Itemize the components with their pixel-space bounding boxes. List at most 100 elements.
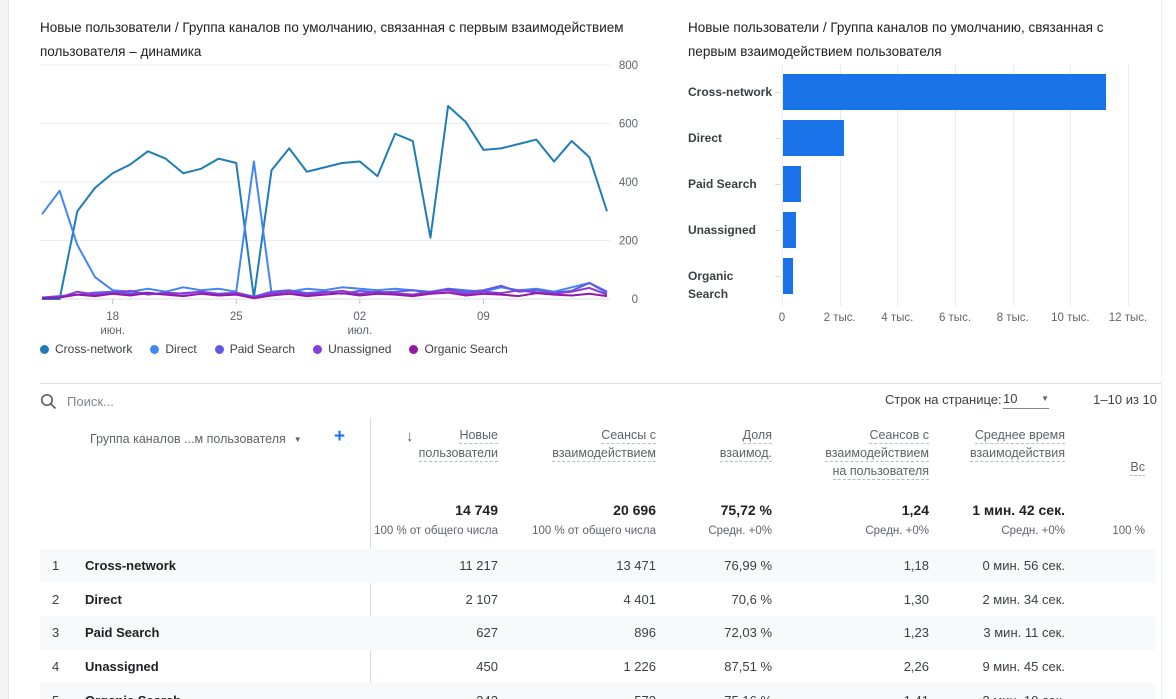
bar-category-label: Paid Search bbox=[688, 177, 757, 191]
row-dimension-name: Cross-network bbox=[85, 558, 177, 574]
row-index: 2 bbox=[52, 591, 60, 607]
dimension-column-header[interactable]: Группа каналов ...м пользователя ▼ bbox=[90, 432, 302, 446]
row-metric-value: 572 bbox=[634, 683, 656, 699]
dimension-dropdown-icon[interactable]: ▼ bbox=[294, 435, 302, 444]
row-index: 3 bbox=[52, 625, 60, 641]
bar-category-label: Unassigned bbox=[688, 223, 757, 237]
bar-x-axis-label: 0 bbox=[778, 312, 786, 324]
row-metric-value: 4 401 bbox=[623, 591, 656, 607]
column-header[interactable]: Сеансов с взаимодействием на пользователя bbox=[825, 428, 929, 480]
row-index: 4 bbox=[52, 659, 60, 675]
totals-subtext: 100 % от общего числа bbox=[374, 525, 498, 537]
row-metric-value: 627 bbox=[476, 625, 498, 641]
row-metric-value: 9 мин. 45 сек. bbox=[982, 659, 1065, 675]
bar-x-axis-label: 10 тыс. bbox=[1051, 312, 1090, 324]
bar-cross-network bbox=[783, 74, 1107, 110]
legend-item-organic-search: Organic Search bbox=[409, 342, 508, 356]
legend-dot-icon bbox=[150, 344, 160, 354]
dropdown-arrow-icon: ▼ bbox=[1041, 394, 1049, 403]
bar-x-axis-label: 8 тыс. bbox=[996, 312, 1029, 324]
bar-category-label: Organic Search bbox=[688, 269, 734, 301]
table-row[interactable]: 5 Organic Search 342 572 75,16 % 1,41 3 мин. 1… bbox=[40, 683, 1156, 699]
row-metric-value: 1,30 bbox=[903, 591, 929, 607]
totals-subtext: 100 % от общего числа bbox=[532, 525, 656, 537]
line-chart-title: Новые пользователи / Группа каналов по у… bbox=[40, 20, 624, 59]
column-header[interactable]: Сеансы с взаимодействием bbox=[552, 428, 656, 462]
column-header-line: Среднее время bbox=[974, 428, 1065, 444]
bar-x-axis-label: 6 тыс. bbox=[938, 312, 972, 324]
x-axis-tick-label: 09 bbox=[477, 311, 490, 323]
row-dimension-name: Paid Search bbox=[85, 625, 160, 641]
rows-per-page-label: Строк на странице: bbox=[885, 392, 1002, 407]
x-axis-tick-label: 25 bbox=[230, 311, 243, 323]
bar-x-axis-label: 12 тыс. bbox=[1108, 312, 1148, 324]
row-index: 1 bbox=[52, 558, 60, 574]
legend-label: Direct bbox=[165, 342, 197, 356]
legend-label: Unassigned bbox=[328, 342, 392, 356]
row-dimension-name: Organic Search bbox=[85, 683, 181, 699]
row-metric-value: 0 мин. 56 сек. bbox=[982, 558, 1065, 574]
legend-label: Paid Search bbox=[229, 342, 296, 356]
table-row[interactable]: 3 Paid Search 627 896 72,03 % 1,23 3 мин. 11 с… bbox=[40, 616, 1156, 650]
column-header[interactable]: Новые пользователи bbox=[418, 428, 498, 462]
row-metric-value: 896 bbox=[634, 625, 656, 641]
column-header-line: Новые bbox=[459, 428, 498, 444]
bar-chart: 0 2 тыс. 4 тыс. 6 тыс. 8 тыс. 10 тыс. 12 тыс. C… bbox=[688, 60, 1161, 330]
legend-label: Organic Search bbox=[424, 342, 508, 356]
bar-x-axis-label: 4 тыс. bbox=[881, 312, 914, 324]
row-metric-value: 1 226 bbox=[623, 659, 656, 675]
row-metric-value: 70,6 % bbox=[731, 591, 772, 607]
bar-category-tick bbox=[775, 184, 781, 185]
row-metric-value: 1,41 bbox=[904, 683, 929, 699]
table-body: 1 Cross-network 11 217 13 471 76,99 % 1,18 0 м… bbox=[40, 549, 1156, 699]
legend-label: Cross-network bbox=[55, 342, 133, 356]
totals-value: 14 749 bbox=[455, 502, 498, 518]
row-metric-value: 1,18 bbox=[903, 558, 929, 574]
column-header[interactable]: Среднее время взаимодействия bbox=[969, 428, 1065, 462]
legend-item-paid-search: Paid Search bbox=[214, 342, 296, 356]
y-axis-tick-label: 800 bbox=[619, 60, 638, 72]
row-metric-value: 11 217 bbox=[459, 558, 498, 574]
bar-category-label: Direct bbox=[688, 131, 723, 145]
column-header-line: взаимод. bbox=[719, 446, 772, 462]
row-metric-value: 2 мин. 34 сек. bbox=[982, 591, 1065, 607]
sort-descending-icon[interactable]: ↓ bbox=[406, 428, 414, 445]
page-background-left-strip bbox=[0, 0, 9, 699]
legend-dot-icon bbox=[409, 344, 419, 354]
y-axis-tick-label: 600 bbox=[619, 119, 638, 131]
rows-per-page-select[interactable]: 10 ▼ bbox=[1003, 389, 1049, 409]
table-row[interactable]: 2 Direct 2 107 4 401 70,6 % 1,30 2 мин. 34 сек… bbox=[40, 583, 1156, 617]
column-header-line: взаимодействия bbox=[969, 446, 1065, 462]
column-header-line: на пользователя bbox=[832, 464, 929, 480]
rows-per-page-value: 10 bbox=[1003, 391, 1018, 406]
y-axis-tick-label: 400 bbox=[619, 177, 638, 189]
pagination-range: 1–10 из 10 bbox=[1093, 392, 1157, 407]
totals-value: 20 696 bbox=[613, 502, 656, 518]
add-column-button[interactable]: + bbox=[334, 426, 345, 448]
legend-dot-icon bbox=[214, 344, 224, 354]
row-index: 5 bbox=[52, 683, 59, 699]
row-metric-value: 13 471 bbox=[616, 558, 656, 574]
column-header[interactable]: Вс bbox=[1130, 460, 1145, 476]
column-header[interactable]: Доля взаимод. bbox=[719, 428, 772, 462]
x-axis-tick-sublabel: июл. bbox=[347, 325, 372, 337]
table-row[interactable]: 1 Cross-network 11 217 13 471 76,99 % 1,18 0 м… bbox=[40, 549, 1156, 583]
search-input[interactable] bbox=[67, 393, 667, 409]
table-divider bbox=[40, 383, 1161, 384]
table-row[interactable]: 4 Unassigned 450 1 226 87,51 % 2,26 9 мин. 45 … bbox=[40, 650, 1156, 684]
line-chart: 0 200 400 600 800 18 июн. 25 02 июл. 09 bbox=[40, 60, 638, 337]
legend-item-direct: Direct bbox=[150, 342, 197, 356]
row-metric-value: 2,26 bbox=[903, 659, 929, 675]
line-series-direct bbox=[41, 160, 608, 295]
row-metric-value: 1,23 bbox=[903, 625, 929, 641]
page-background-right-strip bbox=[1161, 0, 1176, 699]
totals-value: 1,24 bbox=[901, 502, 929, 518]
row-dimension-name: Unassigned bbox=[85, 659, 159, 675]
totals-value: 75,72 % bbox=[720, 502, 772, 518]
row-metric-value: 342 bbox=[476, 683, 498, 699]
x-axis-tick-sublabel: июн. bbox=[100, 325, 125, 337]
column-header-line: Вс bbox=[1130, 460, 1145, 476]
row-metric-value: 76,99 % bbox=[724, 558, 772, 574]
bar-chart-gridline bbox=[1128, 64, 1129, 306]
line-chart-legend: Cross-network Direct Paid Search Unassigned… bbox=[40, 342, 508, 356]
